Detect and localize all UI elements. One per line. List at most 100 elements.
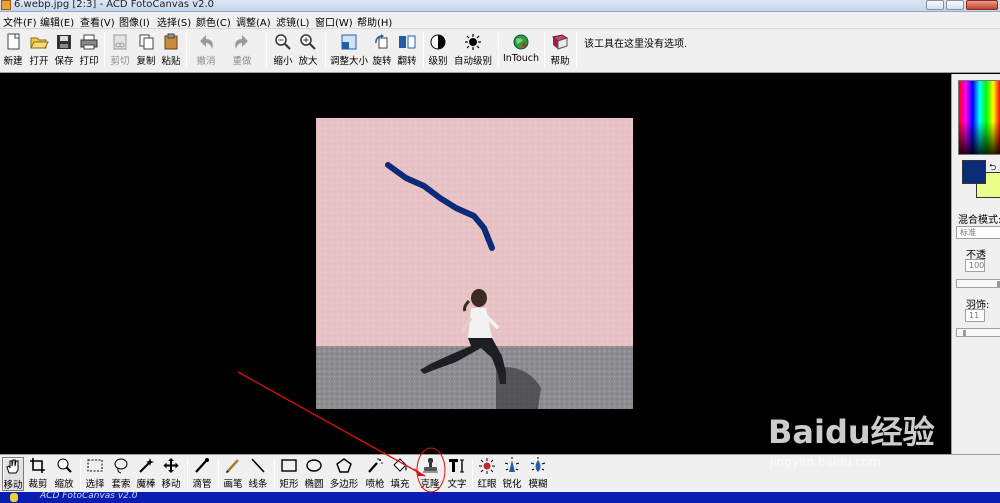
tool-lasso-label: 套索 xyxy=(111,479,131,490)
tool-sharpen-label: 锐化 xyxy=(502,479,522,490)
zoom-out-button[interactable]: 缩小 xyxy=(271,33,295,69)
tool-red-eye[interactable]: 红眼 xyxy=(476,457,498,491)
save-button[interactable]: 保存 xyxy=(53,33,75,69)
tool-rect-select[interactable]: 选择 xyxy=(84,457,106,491)
help-button[interactable]: 帮助 xyxy=(549,33,571,69)
undo-label: 撤消 xyxy=(196,56,216,67)
close-button[interactable] xyxy=(966,0,998,10)
tool-fill[interactable]: 填充 xyxy=(389,457,411,491)
maximize-button[interactable] xyxy=(946,0,964,10)
zoom-in-icon xyxy=(300,34,316,50)
tool-polygon[interactable]: 多边形 xyxy=(329,457,359,491)
toolbar-separator xyxy=(423,33,424,67)
tool-rectangle[interactable]: 矩形 xyxy=(278,457,300,491)
redo-button[interactable]: 重做 xyxy=(227,33,257,69)
tool-move[interactable]: 移动 xyxy=(160,457,182,491)
levels-label: 级别 xyxy=(428,56,448,67)
levels-button[interactable]: 级别 xyxy=(427,33,449,69)
image-canvas[interactable] xyxy=(316,118,633,409)
tool-separator xyxy=(472,459,473,489)
tool-line[interactable]: 线条 xyxy=(247,457,269,491)
paste-button[interactable]: 粘贴 xyxy=(160,33,182,69)
tool-blur[interactable]: 模糊 xyxy=(527,457,549,491)
tool-airbrush[interactable]: 喷枪 xyxy=(364,457,386,491)
auto-levels-button[interactable]: 自动级别 xyxy=(453,33,493,69)
main-toolbar: 新建 打开 保存 打印 剪切 复制 粘贴 撤消 重做 缩小 放大 调整大小 旋转… xyxy=(0,29,1000,73)
feather-input[interactable]: 11 xyxy=(965,309,985,322)
cut-icon xyxy=(113,34,127,50)
help-label: 帮助 xyxy=(550,56,570,67)
tool-zoom[interactable]: 缩放 xyxy=(53,457,75,491)
undo-button[interactable]: 撤消 xyxy=(191,33,221,69)
undo-icon xyxy=(200,35,213,49)
polygon-icon xyxy=(336,458,352,473)
rotate-label: 旋转 xyxy=(372,56,392,67)
menu-color[interactable]: 颜色(C) xyxy=(196,14,231,29)
tool-sharpen[interactable]: 锐化 xyxy=(501,457,523,491)
tool-clone[interactable]: 克隆 xyxy=(418,457,442,491)
blend-mode-label: 混合模式: xyxy=(958,215,1000,226)
menu-file[interactable]: 文件(F) xyxy=(3,14,37,29)
print-label: 打印 xyxy=(79,56,99,67)
tool-hand-label: 移动 xyxy=(3,480,23,491)
tool-lasso[interactable]: 套索 xyxy=(110,457,132,491)
new-label: 新建 xyxy=(3,56,23,67)
swap-colors-icon[interactable]: ⮌ xyxy=(989,160,996,176)
tool-airbrush-label: 喷枪 xyxy=(365,479,385,490)
watermark-url: jingyan.baidu.com xyxy=(770,455,881,469)
resize-label: 调整大小 xyxy=(330,56,369,67)
rotate-button[interactable]: 旋转 xyxy=(371,33,393,69)
menu-view[interactable]: 查看(V) xyxy=(80,14,115,29)
print-button[interactable]: 打印 xyxy=(78,33,100,69)
new-file-icon xyxy=(7,33,20,50)
move-arrows-icon xyxy=(163,458,179,473)
intouch-label: InTouch xyxy=(502,53,540,64)
tool-separator xyxy=(274,459,275,489)
watermark-brand: Baidu经验 xyxy=(768,413,935,451)
paste-icon xyxy=(164,33,178,50)
flip-button[interactable]: 翻转 xyxy=(396,33,418,69)
menu-adjust[interactable]: 调整(A) xyxy=(236,14,271,29)
opacity-input[interactable]: 100 xyxy=(965,259,985,272)
color-palette[interactable] xyxy=(958,80,1000,155)
tool-hand[interactable]: 移动 xyxy=(2,457,24,491)
tool-separator xyxy=(80,459,81,489)
zoom-out-icon xyxy=(275,34,291,50)
menu-image[interactable]: 图像(I) xyxy=(119,14,150,29)
tool-magic-wand[interactable]: 魔棒 xyxy=(135,457,157,491)
tool-crop[interactable]: 裁剪 xyxy=(27,457,49,491)
opacity-slider[interactable] xyxy=(956,279,1000,288)
redo-label: 重做 xyxy=(232,56,252,67)
open-button[interactable]: 打开 xyxy=(28,33,50,69)
resize-button[interactable]: 调整大小 xyxy=(330,33,368,69)
tool-fill-label: 填充 xyxy=(390,479,410,490)
intouch-globe-icon xyxy=(513,34,529,50)
foreground-color-swatch[interactable] xyxy=(962,160,986,184)
menu-edit[interactable]: 编辑(E) xyxy=(40,14,74,29)
minimize-button[interactable] xyxy=(926,0,944,10)
taskbar-app-icon[interactable] xyxy=(10,493,18,502)
flip-icon xyxy=(399,35,416,49)
rotate-icon xyxy=(375,34,388,49)
feather-slider[interactable] xyxy=(956,328,1000,337)
menu-select[interactable]: 选择(S) xyxy=(157,14,191,29)
tool-brush[interactable]: 画笔 xyxy=(222,457,244,491)
rectangle-icon xyxy=(281,459,297,472)
open-label: 打开 xyxy=(29,56,49,67)
intouch-button[interactable]: InTouch xyxy=(502,33,540,69)
copy-button[interactable]: 复制 xyxy=(135,33,157,69)
new-button[interactable]: 新建 xyxy=(2,33,24,69)
zoom-in-button[interactable]: 放大 xyxy=(296,33,320,69)
tool-crop-label: 裁剪 xyxy=(28,479,48,490)
menu-help[interactable]: 帮助(H) xyxy=(357,14,392,29)
menu-window[interactable]: 窗口(W) xyxy=(315,14,353,29)
brush-icon xyxy=(226,459,239,473)
blend-mode-select[interactable]: 标准 xyxy=(956,226,1000,239)
tool-ellipse[interactable]: 椭圆 xyxy=(303,457,325,491)
menu-filter[interactable]: 滤镜(L) xyxy=(276,14,309,29)
cut-button[interactable]: 剪切 xyxy=(109,33,131,69)
tool-eyedropper[interactable]: 滴管 xyxy=(191,457,213,491)
taskbar-app-title[interactable]: ACD FotoCanvas v2.0 xyxy=(40,491,137,501)
tool-blur-label: 模糊 xyxy=(528,479,548,490)
tool-text[interactable]: 文字 xyxy=(446,457,468,491)
